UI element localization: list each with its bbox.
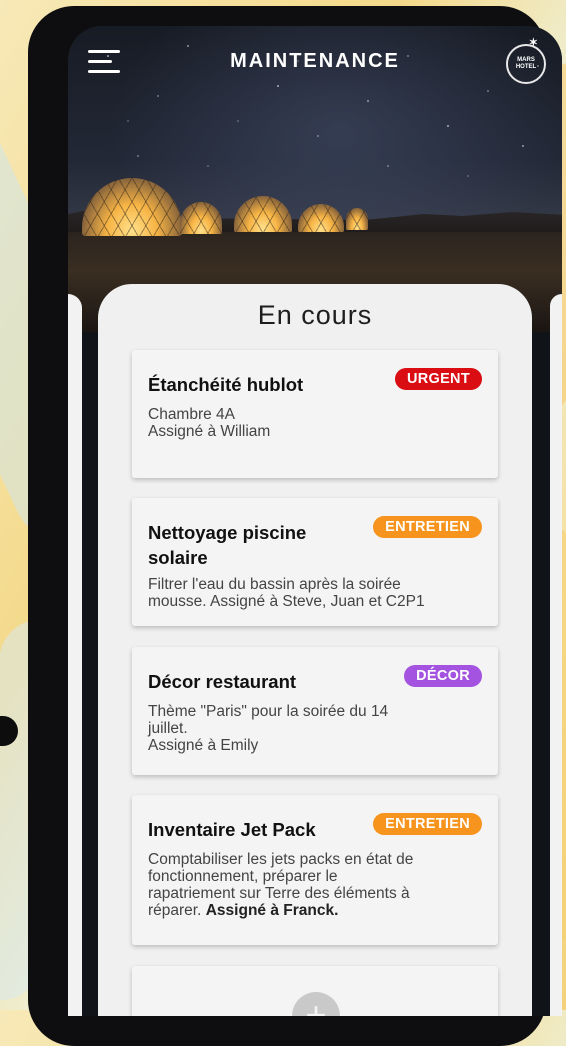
task-description: Thème "Paris" pour la soirée du 14 juill… — [148, 703, 389, 754]
task-title: Inventaire Jet Pack — [148, 819, 316, 840]
task-card[interactable]: Nettoyage piscine solaire ENTRETIEN Filt… — [132, 498, 498, 626]
mars-hotel-logo[interactable]: ✶ MARS HOTEL — [506, 38, 546, 84]
task-card[interactable]: Étanchéité hublot URGENT Chambre 4A Assi… — [132, 350, 498, 478]
previous-panel-peek[interactable] — [68, 294, 82, 1016]
task-card[interactable]: Inventaire Jet Pack ENTRETIEN Comptabili… — [132, 795, 498, 945]
app-screen: MAINTENANCE ✶ MARS HOTEL En cours Étanch… — [68, 26, 562, 1016]
task-card[interactable]: Décor restaurant DÉCOR Thème "Paris" pou… — [132, 647, 498, 775]
page-title: MAINTENANCE — [230, 50, 400, 72]
task-description: Comptabiliser les jets packs en état de … — [148, 851, 414, 919]
section-title: En cours — [257, 300, 373, 330]
next-panel-peek[interactable] — [550, 294, 562, 1016]
priority-badge: URGENT — [394, 368, 482, 390]
logo-text-line2: HOTEL — [515, 64, 537, 70]
plus-icon[interactable]: + — [292, 992, 340, 1016]
category-badge: ENTRETIEN — [373, 813, 482, 835]
phone-frame: MAINTENANCE ✶ MARS HOTEL En cours Étanch… — [28, 6, 562, 1046]
star-icon: ✶ — [528, 37, 538, 49]
task-title: Nettoyage piscine solaire — [148, 522, 307, 568]
category-badge: DÉCOR — [404, 665, 482, 687]
task-title: Décor restaurant — [148, 671, 297, 692]
tasks-panel: En cours Étanchéité hublot URGENT Chambr… — [98, 284, 532, 1016]
task-description: Chambre 4A Assigné à William — [148, 406, 271, 440]
task-title: Étanchéité hublot — [148, 374, 304, 395]
add-task-card[interactable]: + — [132, 966, 498, 1016]
category-badge: ENTRETIEN — [373, 516, 482, 538]
task-description: Filtrer l'eau du bassin après la soirée … — [148, 576, 425, 610]
logo-text-line1: MARS — [517, 57, 535, 63]
